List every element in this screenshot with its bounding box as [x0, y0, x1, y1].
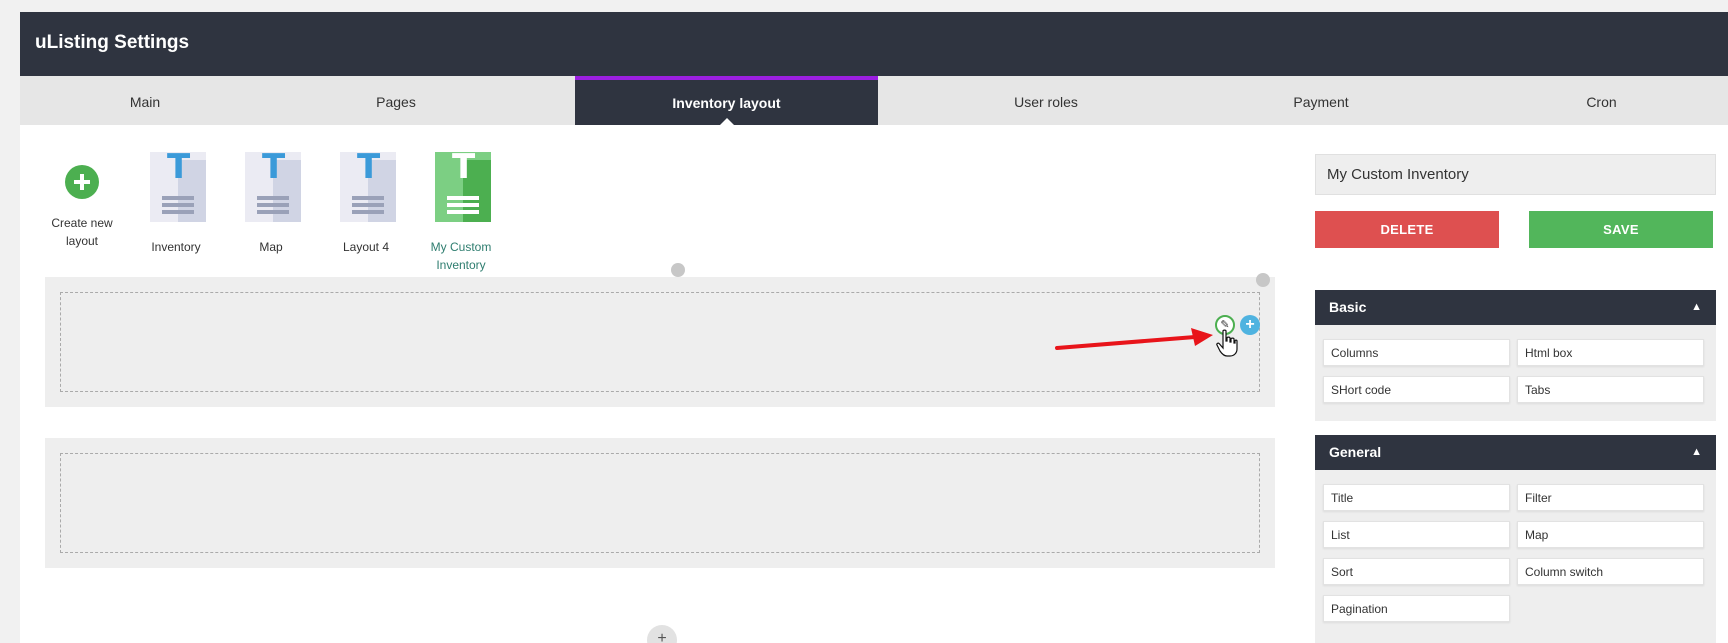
element-filter[interactable]: Filter: [1517, 484, 1704, 511]
basic-panel-header[interactable]: Basic ▲: [1315, 290, 1716, 325]
hand-cursor-icon: [1216, 329, 1238, 357]
tab-pages[interactable]: Pages: [270, 76, 522, 125]
element-pagination[interactable]: Pagination: [1323, 595, 1510, 622]
element-sort[interactable]: Sort: [1323, 558, 1510, 585]
app-header: uListing Settings: [20, 12, 1728, 76]
add-element-icon[interactable]: +: [1240, 315, 1260, 335]
element-html-box[interactable]: Html box: [1517, 339, 1704, 366]
row-settings-dot[interactable]: [1256, 273, 1270, 287]
general-panel-header[interactable]: General ▲: [1315, 435, 1716, 470]
chevron-up-icon[interactable]: ▲: [1691, 435, 1702, 470]
layout-label: Layout 4: [342, 240, 390, 254]
tab-cron[interactable]: Cron: [1475, 76, 1728, 125]
settings-frame: uListing Settings Main Pages Inventory l…: [20, 12, 1728, 643]
element-title[interactable]: Title: [1323, 484, 1510, 511]
tab-inventory-layout-label: Inventory layout: [672, 95, 781, 111]
layout-doc-icon-active: T: [435, 150, 491, 222]
layout-label: My Custom Inventory: [430, 240, 492, 272]
layout-label: Map: [259, 240, 283, 254]
chevron-up-icon[interactable]: ▲: [1691, 290, 1702, 325]
add-row-button[interactable]: +: [647, 625, 677, 643]
layout-label: Inventory: [151, 240, 201, 254]
element-map[interactable]: Map: [1517, 521, 1704, 548]
tab-bar: Main Pages Inventory layout User roles P…: [20, 76, 1728, 126]
element-tabs[interactable]: Tabs: [1517, 376, 1704, 403]
layout-item-map[interactable]: T Map: [226, 150, 316, 254]
layout-doc-icon: T: [150, 150, 206, 222]
element-columns[interactable]: Columns: [1323, 339, 1510, 366]
element-list[interactable]: List: [1323, 521, 1510, 548]
layout-item-inventory[interactable]: T Inventory: [131, 150, 221, 254]
layout-name-input[interactable]: My Custom Inventory: [1315, 154, 1716, 195]
general-panel-title: General: [1329, 444, 1382, 460]
basic-panel-title: Basic: [1329, 299, 1367, 315]
layout-item-layout-4[interactable]: T Layout 4: [321, 150, 411, 254]
element-column-switch[interactable]: Column switch: [1517, 558, 1704, 585]
tab-inventory-layout[interactable]: Inventory layout: [575, 76, 878, 126]
row-drop-zone[interactable]: [60, 453, 1260, 553]
tab-user-roles[interactable]: User roles: [920, 76, 1172, 125]
general-panel: General ▲ Title Filter List Map Sort Col…: [1315, 435, 1716, 643]
plus-circle-icon: [65, 165, 99, 199]
save-button[interactable]: SAVE: [1529, 211, 1713, 248]
tab-main[interactable]: Main: [20, 76, 270, 125]
layout-doc-icon: T: [245, 150, 301, 222]
delete-button[interactable]: DELETE: [1315, 211, 1499, 248]
tab-payment[interactable]: Payment: [1195, 76, 1447, 125]
row-handle-dot[interactable]: [671, 263, 685, 277]
basic-panel: Basic ▲ Columns Html box SHort code Tabs: [1315, 290, 1716, 421]
element-short-code[interactable]: SHort code: [1323, 376, 1510, 403]
create-layout-button[interactable]: Create new layout: [37, 152, 127, 252]
create-layout-label: Create new layout: [51, 216, 113, 248]
layout-doc-icon: T: [340, 150, 396, 222]
layout-item-my-custom-inventory[interactable]: T My Custom Inventory: [416, 150, 506, 272]
layout-row-2[interactable]: [45, 438, 1275, 568]
annotation-arrow: [1055, 328, 1213, 350]
page-title: uListing Settings: [35, 32, 190, 53]
active-tab-caret: [718, 118, 735, 126]
